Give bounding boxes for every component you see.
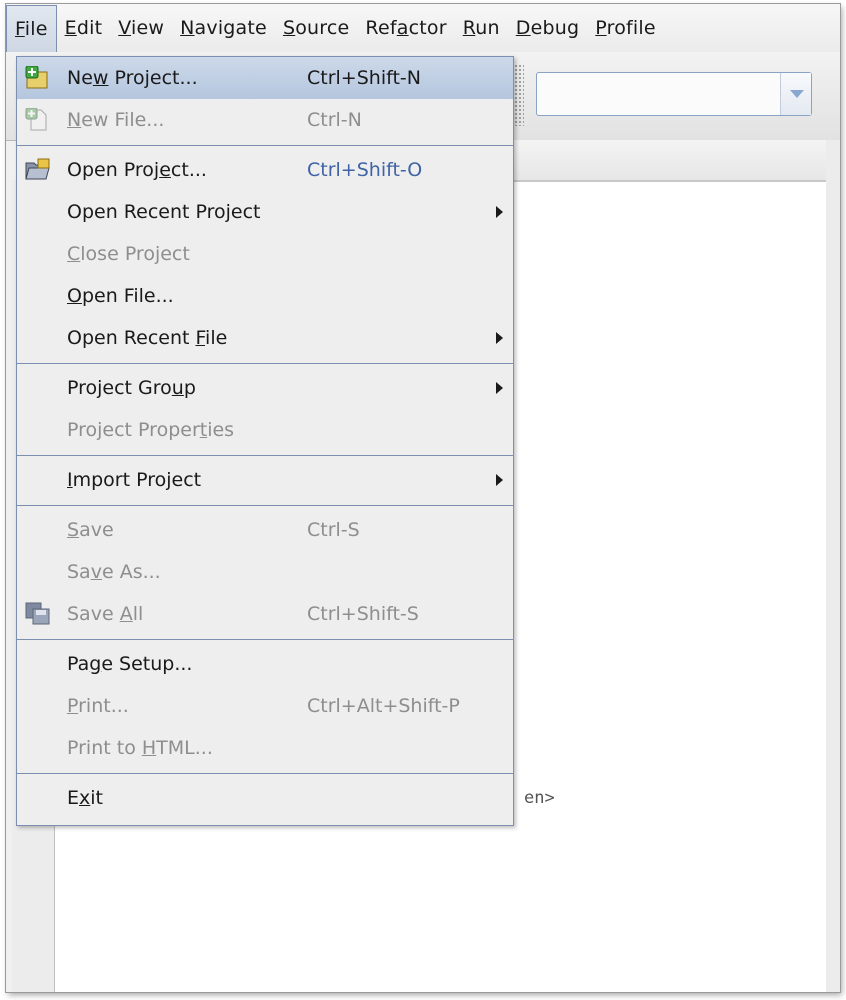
menu-source[interactable]: Source <box>275 4 357 52</box>
menu-item-label: Exit <box>67 787 103 809</box>
menu-separator <box>17 145 513 146</box>
menu-edit-label: dit <box>76 17 103 39</box>
menu-item-shortcut: Ctrl+Shift-O <box>307 159 423 181</box>
chevron-down-icon[interactable] <box>780 73 811 115</box>
save-all-icon <box>25 602 50 625</box>
menu-refactor-mnemonic: a <box>396 17 409 39</box>
menu-item-exit[interactable]: Exit <box>17 777 513 819</box>
menu-item-shortcut: Ctrl-N <box>307 109 362 131</box>
menu-item-label: New File... <box>67 109 165 131</box>
menu-refactor-pre: Ref <box>365 17 397 39</box>
menu-view[interactable]: View <box>110 4 172 52</box>
menu-separator <box>17 773 513 774</box>
menu-item-open-project[interactable]: Open Project... Ctrl+Shift-O <box>17 149 513 191</box>
menu-file-label: ile <box>24 17 48 40</box>
menu-item-label: Print to HTML... <box>67 737 213 759</box>
new-project-icon <box>25 66 48 89</box>
menu-navigate[interactable]: Navigate <box>172 4 275 52</box>
menu-item-open-recent-project[interactable]: Open Recent Project <box>17 191 513 233</box>
menu-navigate-mnemonic: N <box>180 17 195 39</box>
menu-item-label: Save All <box>67 603 144 625</box>
menu-item-close-project[interactable]: Close Project <box>17 233 513 275</box>
menu-separator <box>17 455 513 456</box>
menu-separator <box>17 505 513 506</box>
menu-item-import-project[interactable]: Import Project <box>17 459 513 501</box>
menu-view-mnemonic: V <box>118 17 131 39</box>
menu-item-save-as[interactable]: Save As... <box>17 551 513 593</box>
menu-item-shortcut: Ctrl-S <box>307 519 360 541</box>
menu-debug-label: ebug <box>530 17 580 39</box>
menu-item-label: New Project... <box>67 67 198 89</box>
menu-item-save[interactable]: Save Ctrl-S <box>17 509 513 551</box>
ide-window: File Edit View Navigate Source Refactor … <box>6 4 840 992</box>
menu-item-label: Open File... <box>67 285 174 307</box>
menu-item-shortcut: Ctrl+Shift-S <box>307 603 419 625</box>
menu-item-project-group[interactable]: Project Group <box>17 367 513 409</box>
menu-item-label: Open Recent Project <box>67 201 261 223</box>
menu-item-print-to-html[interactable]: Print to HTML... <box>17 727 513 769</box>
menu-item-save-all[interactable]: Save All Ctrl+Shift-S <box>17 593 513 635</box>
menu-profile-mnemonic: P <box>595 17 607 39</box>
menu-edit[interactable]: Edit <box>57 4 111 52</box>
menu-item-shortcut: Ctrl+Alt+Shift-P <box>307 695 460 717</box>
menu-run[interactable]: Run <box>455 4 508 52</box>
menu-item-label: Save As... <box>67 561 161 583</box>
menu-view-label: iew <box>131 17 165 39</box>
menu-item-open-file[interactable]: Open File... <box>17 275 513 317</box>
menu-item-label: Close Project <box>67 243 190 265</box>
menu-item-new-project[interactable]: New Project... Ctrl+Shift-N <box>17 57 513 99</box>
menu-run-mnemonic: R <box>462 17 476 39</box>
menu-source-mnemonic: S <box>282 17 296 39</box>
editor-partial-text: en> <box>524 788 555 808</box>
new-file-icon <box>25 108 47 131</box>
menu-bar: File Edit View Navigate Source Refactor … <box>6 4 840 53</box>
configuration-combo[interactable] <box>536 72 812 116</box>
menu-item-label: Save <box>67 519 114 541</box>
menu-edit-mnemonic: E <box>64 17 77 39</box>
menu-refactor[interactable]: Refactor <box>357 4 454 52</box>
menu-profile-label: rofile <box>606 17 656 39</box>
right-panel-strip <box>826 140 840 992</box>
menu-item-page-setup[interactable]: Page Setup... <box>17 643 513 685</box>
menu-item-label: Open Project... <box>67 159 207 181</box>
toolbar-grip-handle[interactable] <box>514 64 524 126</box>
menu-item-label: Project Group <box>67 377 196 399</box>
menu-separator <box>17 363 513 364</box>
menu-separator <box>17 639 513 640</box>
menu-profile[interactable]: Profile <box>587 4 663 52</box>
menu-debug-mnemonic: D <box>515 17 531 39</box>
open-project-folder-icon <box>25 158 50 180</box>
menu-run-label: un <box>475 17 500 39</box>
menu-item-label: Open Recent File <box>67 327 228 349</box>
menu-item-open-recent-file[interactable]: Open Recent File <box>17 317 513 359</box>
menu-item-label: Page Setup... <box>67 653 193 675</box>
menu-item-shortcut: Ctrl+Shift-N <box>307 67 421 89</box>
submenu-arrow-icon <box>496 332 503 344</box>
menu-item-label: Import Project <box>67 469 202 491</box>
menu-item-print[interactable]: Print... Ctrl+Alt+Shift-P <box>17 685 513 727</box>
menu-item-project-properties[interactable]: Project Properties <box>17 409 513 451</box>
menu-file[interactable]: File <box>6 4 57 53</box>
menu-item-new-file[interactable]: New File... Ctrl-N <box>17 99 513 141</box>
menu-navigate-label: avigate <box>194 17 267 39</box>
menu-refactor-label: ctor <box>408 17 447 39</box>
file-menu-dropdown: New Project... Ctrl+Shift-N New File... … <box>16 56 514 826</box>
menu-item-label: Print... <box>67 695 129 717</box>
submenu-arrow-icon <box>496 206 503 218</box>
submenu-arrow-icon <box>496 474 503 486</box>
menu-file-mnemonic: F <box>15 17 25 40</box>
menu-debug[interactable]: Debug <box>508 4 588 52</box>
menu-item-label: Project Properties <box>67 419 235 441</box>
menu-source-label: ource <box>295 17 350 39</box>
submenu-arrow-icon <box>496 382 503 394</box>
